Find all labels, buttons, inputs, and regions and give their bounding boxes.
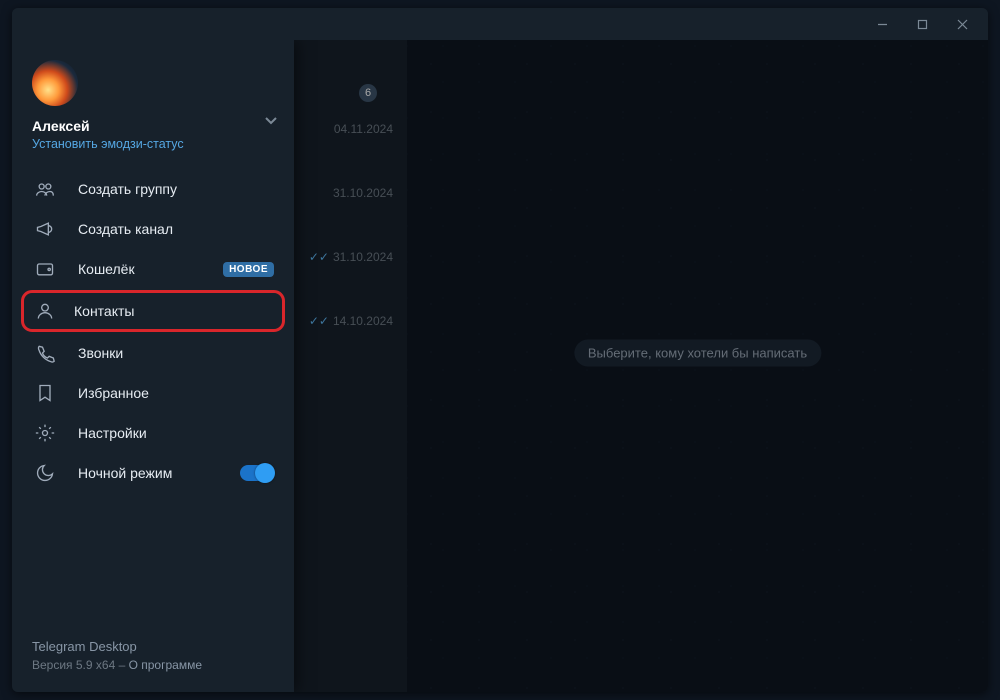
titlebar (12, 8, 988, 40)
bookmark-icon (34, 382, 56, 404)
side-drawer: Алексей Установить эмодзи-статус Создать… (12, 40, 294, 692)
contact-icon (34, 300, 56, 322)
app-version: Версия 5.9 x64 – (32, 658, 129, 672)
app-window: 6 04.11.2024 gram Premium б… 31.10.2024 … (12, 8, 988, 692)
menu-calls[interactable]: Звонки (12, 333, 294, 373)
menu-label: Кошелёк (78, 261, 135, 277)
megaphone-icon (34, 218, 56, 240)
drawer-menu: Создать группу Создать канал Кошелёк НОВ… (12, 163, 294, 499)
menu-label: Избранное (78, 385, 149, 401)
group-icon (34, 178, 56, 200)
gear-icon (34, 422, 56, 444)
phone-icon (34, 342, 56, 364)
night-mode-toggle[interactable] (240, 465, 274, 481)
menu-label: Настройки (78, 425, 147, 441)
menu-contacts[interactable]: Контакты (22, 291, 284, 331)
menu-new-group[interactable]: Создать группу (12, 169, 294, 209)
avatar[interactable] (32, 60, 78, 106)
menu-label: Создать группу (78, 181, 177, 197)
about-link[interactable]: О программе (129, 658, 202, 672)
menu-settings[interactable]: Настройки (12, 413, 294, 453)
app-name: Telegram Desktop (32, 637, 274, 657)
wallet-icon (34, 258, 56, 280)
close-button[interactable] (942, 10, 982, 38)
drawer-footer: Telegram Desktop Версия 5.9 x64 – О прог… (12, 623, 294, 693)
menu-new-channel[interactable]: Создать канал (12, 209, 294, 249)
expand-accounts-button[interactable] (264, 114, 278, 133)
chevron-down-icon (264, 114, 278, 128)
menu-saved[interactable]: Избранное (12, 373, 294, 413)
maximize-button[interactable] (902, 10, 942, 38)
menu-label: Контакты (74, 303, 134, 319)
new-badge: НОВОЕ (223, 262, 274, 277)
menu-night-mode[interactable]: Ночной режим (12, 453, 294, 493)
moon-icon (34, 462, 56, 484)
menu-wallet[interactable]: Кошелёк НОВОЕ (12, 249, 294, 289)
set-emoji-status-link[interactable]: Установить эмодзи-статус (32, 137, 274, 151)
menu-label: Ночной режим (78, 465, 172, 481)
profile-block: Алексей Установить эмодзи-статус (12, 40, 294, 163)
profile-name: Алексей (32, 118, 274, 134)
menu-label: Звонки (78, 345, 123, 361)
minimize-button[interactable] (862, 10, 902, 38)
menu-label: Создать канал (78, 221, 173, 237)
